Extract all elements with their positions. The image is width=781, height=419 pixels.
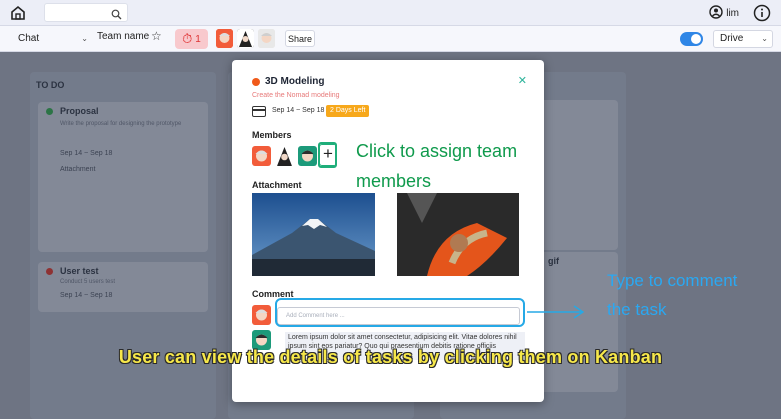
task-subtitle: Create the Nomad modeling [252, 92, 340, 99]
attachment-image[interactable] [397, 193, 519, 276]
share-button[interactable]: Share [285, 30, 315, 47]
timer-chip[interactable]: ⏱ 1 [175, 29, 208, 49]
member-avatar[interactable] [275, 146, 294, 166]
days-left-badge: 2 Days Left [326, 105, 370, 117]
user-name: lim [726, 8, 739, 19]
drive-select[interactable]: Drive ⌄ [713, 30, 773, 48]
team-name[interactable]: Team name [97, 31, 149, 42]
member-avatar[interactable] [252, 146, 271, 166]
annotation-comment: Type to comment the task [607, 271, 738, 319]
star-icon[interactable]: ☆ [151, 29, 162, 43]
status-dot [252, 78, 260, 86]
highlight-box [275, 298, 525, 327]
chat-select[interactable]: Chat ⌄ [18, 30, 90, 48]
search-input[interactable] [44, 3, 128, 22]
commenter-avatar [252, 305, 271, 325]
search-icon[interactable] [111, 7, 122, 25]
chevron-down-icon: ⌄ [81, 34, 88, 43]
annotation-assign: Click to assign team members [356, 141, 518, 191]
timer-count: 1 [195, 33, 201, 45]
top-nav: lim [0, 0, 781, 26]
attachment-label: Attachment [252, 180, 302, 190]
arrow-icon [527, 305, 585, 324]
close-icon[interactable]: ✕ [518, 74, 527, 87]
caption: User can view the details of tasks by cl… [118, 347, 663, 367]
user-menu[interactable]: lim [709, 5, 739, 22]
info-icon[interactable] [753, 4, 771, 22]
highlight-box [318, 142, 337, 168]
task-title: 3D Modeling [265, 76, 325, 87]
attachment-image[interactable] [252, 193, 375, 276]
task-dates: Sep 14 ~ Sep 18 [272, 107, 325, 114]
drive-select-value: Drive [720, 33, 744, 44]
drive-toggle[interactable] [680, 32, 703, 46]
timer-icon: ⏱ [182, 31, 193, 46]
toolbar: Chat ⌄ Team name ☆ ⏱ 1 Share Drive ⌄ [0, 26, 781, 52]
user-icon [709, 5, 723, 22]
member-avatar[interactable] [298, 146, 317, 166]
chevron-down-icon: ⌄ [761, 34, 768, 43]
home-icon[interactable] [9, 4, 27, 22]
chat-select-value: Chat [18, 33, 40, 44]
avatar[interactable] [216, 29, 233, 48]
avatar[interactable] [237, 29, 254, 48]
members-label: Members [252, 130, 292, 140]
calendar-icon [252, 106, 266, 117]
avatar[interactable] [258, 29, 275, 48]
